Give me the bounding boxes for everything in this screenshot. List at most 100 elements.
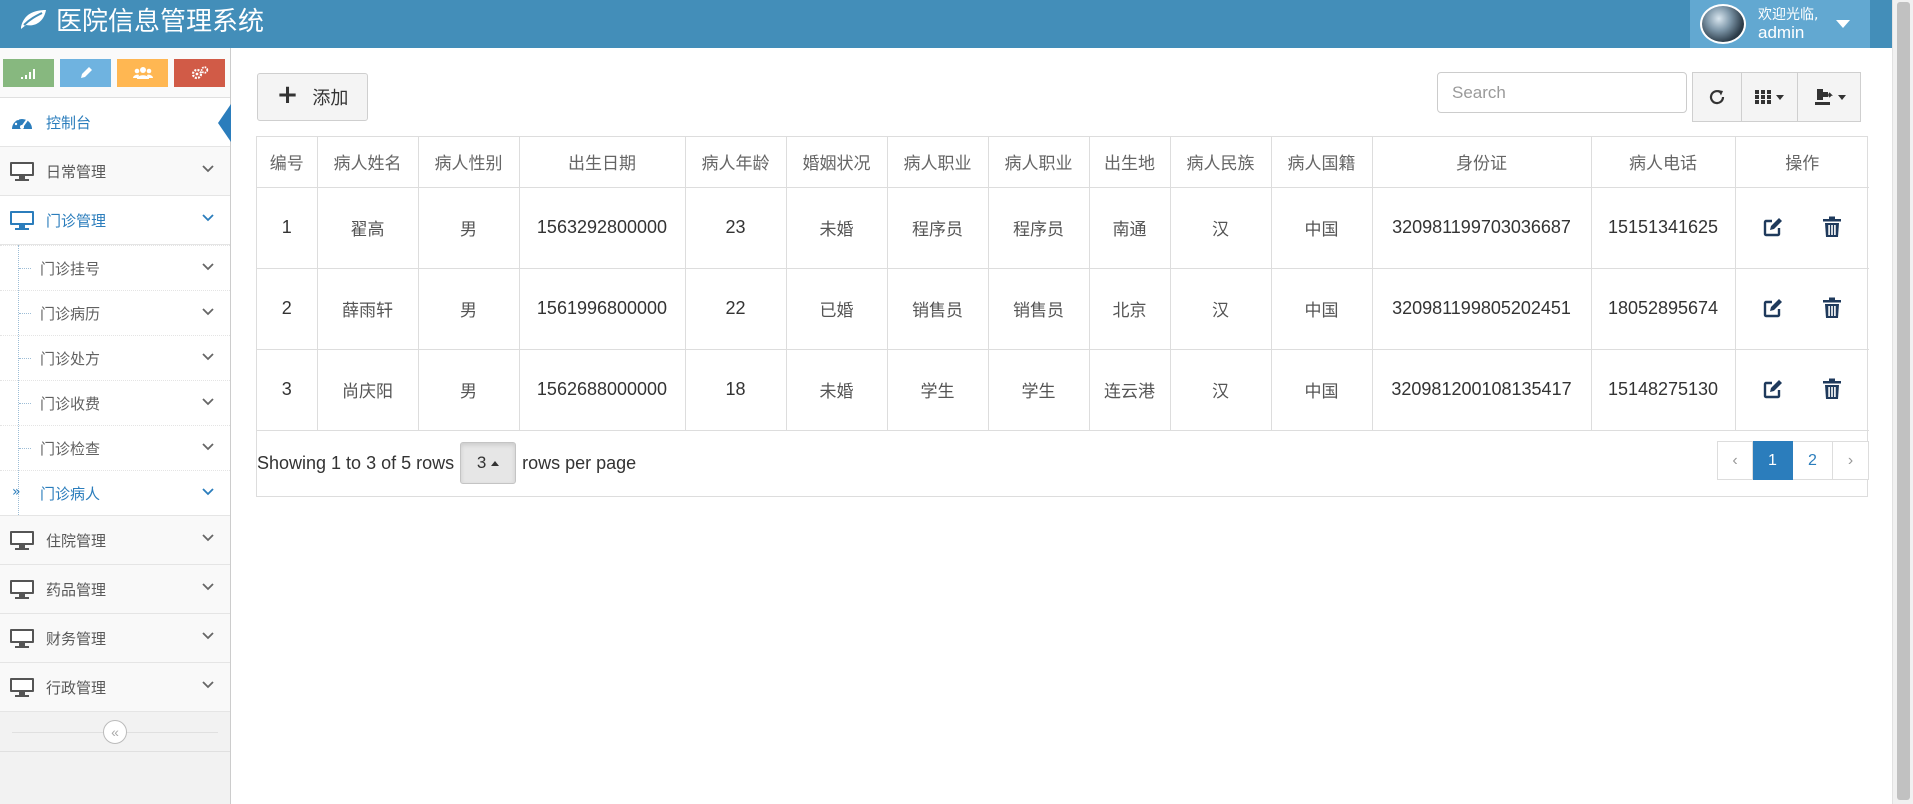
sidebar-item-label: 药品管理 (46, 580, 107, 599)
username: admin (1758, 23, 1805, 42)
page-button[interactable]: 2 (1793, 441, 1833, 480)
shortcut-signal-button[interactable] (3, 58, 54, 87)
sidebar-subitem-billing[interactable]: 门诊收费 (0, 380, 230, 425)
export-button[interactable] (1798, 72, 1861, 122)
column-header[interactable]: 出生地 (1089, 137, 1171, 188)
double-angle-right-icon: » (12, 484, 21, 500)
subitem-label: 门诊处方 (40, 349, 101, 368)
column-header[interactable]: 病人电话 (1591, 137, 1736, 188)
prev-page-button[interactable]: ‹ (1717, 441, 1753, 480)
page-scrollbar[interactable] (1892, 0, 1913, 804)
edit-button[interactable] (1758, 293, 1788, 323)
sidebar-subitem-exams[interactable]: 门诊检查 (0, 425, 230, 470)
refresh-button[interactable] (1692, 72, 1742, 122)
pagination-info: Showing 1 to 3 of 5 rows 3 rows per page (257, 442, 636, 484)
column-header[interactable]: 婚姻状况 (786, 137, 888, 188)
sidebar-item-label: 控制台 (46, 113, 92, 132)
column-header[interactable]: 病人民族 (1170, 137, 1272, 188)
sidebar: 控制台 日常管理 门诊管理 门诊挂号 门诊病历 门诊处方 门诊收费 门诊检查 »… (0, 48, 231, 804)
edit-button[interactable] (1758, 212, 1788, 242)
caret-up-icon (491, 460, 500, 466)
sidebar-item-finance[interactable]: 财务管理 (0, 614, 230, 663)
sidebar-subitem-registration[interactable]: 门诊挂号 (0, 245, 230, 290)
shortcut-users-button[interactable] (117, 58, 168, 87)
column-header[interactable]: 病人国籍 (1271, 137, 1373, 188)
cell-ethnicity: 汉 (1170, 187, 1272, 269)
chevron-down-icon (202, 398, 214, 406)
page-number: 2 (1808, 451, 1817, 469)
page-size-button[interactable]: 3 (460, 442, 517, 484)
sidebar-item-outpatient[interactable]: 门诊管理 (0, 196, 230, 245)
scrollbar-thumb[interactable] (1897, 2, 1910, 800)
delete-button[interactable] (1817, 212, 1847, 242)
cell-occupation: 程序员 (887, 187, 989, 269)
sidebar-subitem-prescriptions[interactable]: 门诊处方 (0, 335, 230, 380)
cell-nationality: 中国 (1271, 349, 1373, 431)
add-button-label: 添加 (312, 88, 349, 109)
avatar (1700, 4, 1746, 44)
delete-button[interactable] (1817, 374, 1847, 404)
sidebar-subitem-patients[interactable]: » 门诊病人 (0, 470, 230, 515)
per-page-label: rows per page (522, 452, 637, 473)
plus-icon: + (276, 80, 299, 110)
column-header[interactable]: 出生日期 (519, 137, 686, 188)
caret-down-icon (1836, 20, 1851, 28)
next-icon: › (1847, 451, 1854, 469)
column-header[interactable]: 病人年龄 (685, 137, 787, 188)
caret-down-icon (1776, 94, 1784, 100)
table-tools (1692, 72, 1861, 122)
active-marker (218, 104, 231, 142)
sidebar-item-drugs[interactable]: 药品管理 (0, 565, 230, 614)
cell-phone: 15148275130 (1591, 349, 1736, 431)
cell-gender: 男 (418, 187, 520, 269)
trash-icon (1822, 297, 1841, 318)
page-button[interactable]: 1 (1753, 441, 1793, 480)
sidebar-collapse-bar: « (0, 712, 230, 752)
column-header[interactable]: 病人性别 (418, 137, 520, 188)
cell-ethnicity: 汉 (1170, 268, 1272, 350)
columns-toggle-button[interactable] (1742, 72, 1798, 122)
cell-id-card: 320981199805202451 (1372, 268, 1592, 350)
chevron-down-icon (202, 165, 214, 173)
pencil-icon (80, 66, 92, 78)
chevron-down-icon (202, 534, 214, 542)
column-header[interactable]: 病人职业 (988, 137, 1090, 188)
delete-button[interactable] (1817, 293, 1847, 323)
column-header[interactable]: 编号 (257, 137, 318, 188)
desktop-icon (8, 627, 36, 649)
shortcut-cogs-button[interactable] (174, 58, 225, 87)
next-page-button[interactable]: › (1833, 441, 1869, 480)
edit-button[interactable] (1758, 374, 1788, 404)
cell-actions (1735, 349, 1869, 431)
sidebar-item-inpatient[interactable]: 住院管理 (0, 516, 230, 565)
column-header[interactable]: 病人职业 (887, 137, 989, 188)
column-header[interactable]: 病人姓名 (317, 137, 419, 188)
chevron-down-icon (202, 443, 214, 451)
column-header: 操作 (1735, 137, 1869, 188)
column-header[interactable]: 身份证 (1372, 137, 1592, 188)
cogs-icon (191, 65, 208, 79)
brand[interactable]: 医院信息管理系统 (18, 0, 264, 38)
cell-nationality: 中国 (1271, 268, 1373, 350)
search-input[interactable] (1437, 72, 1687, 113)
prev-icon: ‹ (1732, 451, 1738, 469)
cell-age: 18 (685, 349, 787, 431)
chevron-down-icon (202, 488, 214, 496)
sidebar-item-daily[interactable]: 日常管理 (0, 147, 230, 196)
chevron-down-icon (202, 214, 214, 222)
shortcut-pencil-button[interactable] (60, 58, 111, 87)
sidebar-item-dashboard[interactable]: 控制台 (0, 98, 231, 147)
cell-id-card: 320981200108135417 (1372, 349, 1592, 431)
sidebar-subitem-records[interactable]: 门诊病历 (0, 290, 230, 335)
sidebar-collapse-button[interactable]: « (103, 719, 127, 744)
sidebar-item-admin[interactable]: 行政管理 (0, 663, 230, 712)
cell-id: 2 (257, 268, 318, 350)
cell-name: 翟高 (317, 187, 419, 269)
user-menu[interactable]: 欢迎光临, admin (1690, 0, 1870, 48)
double-angle-left-icon: « (111, 723, 119, 740)
cell-occupation: 程序员 (988, 187, 1090, 269)
add-button[interactable]: + 添加 (257, 73, 368, 121)
page-size-value: 3 (476, 453, 487, 472)
cell-birthdate: 1562688000000 (519, 349, 686, 431)
caret-down-icon (1837, 94, 1846, 100)
